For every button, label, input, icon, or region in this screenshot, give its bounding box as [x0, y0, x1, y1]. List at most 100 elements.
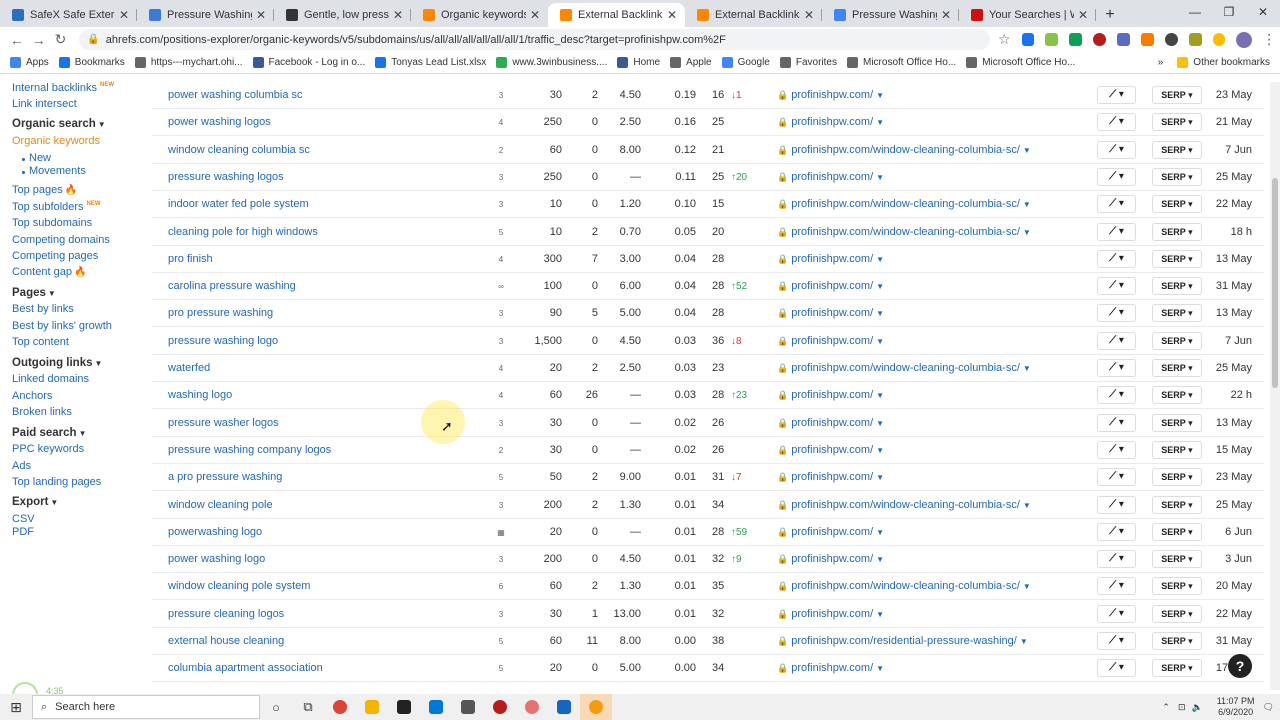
- keyword-link[interactable]: carolina pressure washing: [168, 280, 296, 292]
- keyword-link[interactable]: pressure cleaning logos: [168, 608, 284, 620]
- keyword-link[interactable]: pro finish: [168, 253, 213, 265]
- trend-chart-button[interactable]: ⟋ ▾: [1097, 277, 1136, 296]
- app-icon[interactable]: [452, 694, 484, 720]
- bookmark-item[interactable]: Microsoft Office Ho...: [847, 57, 956, 68]
- serp-button[interactable]: SERP ▾: [1152, 195, 1202, 214]
- keyword-link[interactable]: waterfed: [168, 362, 210, 374]
- keyword-link[interactable]: pressure washing company logos: [168, 444, 331, 456]
- windows-start-icon[interactable]: ⊞: [0, 699, 32, 716]
- ranking-url-link[interactable]: 🔒 profinishpw.com/window-cleaning-columbi…: [777, 226, 1031, 238]
- network-icon[interactable]: ⊡: [1178, 702, 1186, 713]
- bookmark-item[interactable]: Google: [721, 57, 770, 68]
- sidebar-section-organic-search[interactable]: Organic search ▼: [12, 118, 106, 130]
- trend-chart-button[interactable]: ⟋ ▾: [1097, 495, 1136, 514]
- bookmark-item[interactable]: Facebook - Log in o...: [252, 57, 365, 68]
- sidebar-section-pages[interactable]: Pages ▼: [12, 287, 56, 299]
- serp-button[interactable]: SERP ▾: [1152, 249, 1202, 268]
- close-tab-icon[interactable]: ✕: [119, 8, 129, 22]
- ranking-url-link[interactable]: 🔒 profinishpw.com/▼: [777, 389, 884, 401]
- chevron-down-icon[interactable]: ▼: [876, 391, 884, 400]
- chevron-down-icon[interactable]: ▼: [876, 282, 884, 291]
- bookmarks-more-icon[interactable]: »: [1158, 57, 1164, 68]
- browser-tab[interactable]: Organic keywords for✕: [411, 3, 548, 27]
- menu-icon[interactable]: ⋮: [1258, 31, 1280, 48]
- ranking-url-link[interactable]: 🔒 profinishpw.com/window-cleaning-columbi…: [777, 499, 1031, 511]
- sidebar-item-top-pages[interactable]: Top pages 🔥: [12, 184, 77, 196]
- sidebar-item-top-landing-pages[interactable]: Top landing pages: [12, 476, 101, 488]
- bookmark-item[interactable]: Bookmarks: [58, 57, 125, 68]
- back-icon[interactable]: ←: [6, 32, 28, 48]
- chevron-down-icon[interactable]: ▼: [1023, 364, 1031, 373]
- sidebar-item-competing-pages[interactable]: Competing pages: [12, 250, 98, 262]
- keyword-link[interactable]: columbia apartment association: [168, 662, 323, 674]
- browser-tab[interactable]: Pressure Washing in C✕: [822, 3, 959, 27]
- app-icon[interactable]: [548, 694, 580, 720]
- trend-chart-button[interactable]: ⟋ ▾: [1097, 195, 1136, 214]
- extension-icon[interactable]: [1093, 33, 1107, 46]
- avatar[interactable]: [1236, 31, 1253, 48]
- trend-chart-button[interactable]: ⟋ ▾: [1097, 522, 1136, 541]
- cortana-icon[interactable]: ○: [260, 694, 292, 720]
- bookmark-star-icon[interactable]: ☆: [998, 31, 1011, 48]
- sidebar-item-ppc-keywords[interactable]: PPC keywords: [12, 443, 84, 455]
- trend-chart-button[interactable]: ⟋ ▾: [1097, 86, 1136, 104]
- chevron-down-icon[interactable]: ▼: [876, 473, 884, 482]
- scrollbar[interactable]: [1270, 82, 1280, 690]
- chevron-down-icon[interactable]: ▼: [1023, 200, 1031, 209]
- chrome-icon[interactable]: [324, 694, 356, 720]
- sidebar-item-link-intersect[interactable]: Link intersect: [12, 98, 77, 110]
- address-bar[interactable]: 🔒 ahrefs.com/positions-explorer/organic-…: [79, 29, 991, 50]
- serp-button[interactable]: SERP ▾: [1152, 167, 1202, 186]
- browser-tab[interactable]: Gentle, low pressure h✕: [274, 3, 411, 27]
- sidebar-item-internal-backlinks[interactable]: Internal backlinks NEW: [12, 82, 114, 94]
- export-pdf-link[interactable]: PDF: [12, 526, 34, 538]
- trend-chart-button[interactable]: ⟋ ▾: [1097, 167, 1136, 186]
- ranking-url-link[interactable]: 🔒 profinishpw.com/residential-pressure-wa…: [777, 635, 1028, 647]
- sidebar-item-best-by-links[interactable]: Best by links: [12, 303, 74, 315]
- chevron-down-icon[interactable]: ▼: [876, 555, 884, 564]
- trend-chart-button[interactable]: ⟋ ▾: [1097, 659, 1136, 678]
- ranking-url-link[interactable]: 🔒 profinishpw.com/▼: [777, 335, 884, 347]
- ranking-url-link[interactable]: 🔒 profinishpw.com/▼: [777, 116, 884, 128]
- serp-button[interactable]: SERP ▾: [1152, 577, 1202, 596]
- serp-button[interactable]: SERP ▾: [1152, 495, 1202, 514]
- serp-button[interactable]: SERP ▾: [1152, 86, 1202, 104]
- extension-icon[interactable]: [1117, 33, 1130, 46]
- ranking-url-link[interactable]: 🔒 profinishpw.com/window-cleaning-columbi…: [777, 580, 1031, 592]
- file-explorer-icon[interactable]: [356, 694, 388, 720]
- chevron-down-icon[interactable]: ▼: [1023, 228, 1031, 237]
- sidebar-item-anchors[interactable]: Anchors: [12, 390, 52, 402]
- ranking-url-link[interactable]: 🔒 profinishpw.com/▼: [777, 526, 884, 538]
- bookmark-item[interactable]: Apple: [670, 57, 712, 68]
- serp-button[interactable]: SERP ▾: [1152, 550, 1202, 569]
- keyword-link[interactable]: window cleaning pole system: [168, 580, 310, 592]
- keyword-link[interactable]: window cleaning pole: [168, 499, 273, 511]
- notifications-icon[interactable]: 🗨: [1263, 702, 1274, 713]
- trend-chart-button[interactable]: ⟋ ▾: [1097, 440, 1136, 459]
- system-clock[interactable]: 11:07 PM 6/9/2020: [1217, 696, 1255, 718]
- serp-button[interactable]: SERP ▾: [1152, 522, 1202, 541]
- bookmark-item[interactable]: www.3winbusiness....: [496, 57, 607, 68]
- bookmark-item[interactable]: Tonyas Lead List.xlsx: [375, 57, 486, 68]
- ranking-url-link[interactable]: 🔒 profinishpw.com/▼: [777, 280, 884, 292]
- browser-tab[interactable]: External Backlinks pro✕: [548, 3, 685, 27]
- serp-button[interactable]: SERP ▾: [1152, 386, 1202, 405]
- reload-icon[interactable]: ↻: [50, 31, 72, 48]
- keyword-link[interactable]: cleaning pole for high windows: [168, 226, 318, 238]
- extension-icon[interactable]: [1021, 33, 1035, 46]
- browser-tab[interactable]: Pressure Washing in S✕: [137, 3, 274, 27]
- keyword-link[interactable]: indoor water fed pole system: [168, 198, 309, 210]
- close-tab-icon[interactable]: ✕: [941, 8, 951, 22]
- extension-icon[interactable]: [1045, 33, 1059, 46]
- extension-icon[interactable]: [1212, 33, 1226, 46]
- bookmark-item[interactable]: Microsoft Office Ho...: [966, 57, 1075, 68]
- serp-button[interactable]: SERP ▾: [1152, 659, 1202, 678]
- sidebar-item-new[interactable]: New: [29, 152, 51, 164]
- bookmark-item[interactable]: Favorites: [779, 57, 837, 68]
- close-tab-icon[interactable]: ✕: [804, 8, 814, 22]
- new-tab-button[interactable]: +: [1096, 3, 1124, 27]
- app-icon[interactable]: [580, 694, 612, 720]
- sidebar-item-best-by-links-growth[interactable]: Best by links' growth: [12, 320, 112, 332]
- sidebar-item-movements[interactable]: Movements: [29, 165, 86, 177]
- keyword-link[interactable]: power washing logos: [168, 116, 271, 128]
